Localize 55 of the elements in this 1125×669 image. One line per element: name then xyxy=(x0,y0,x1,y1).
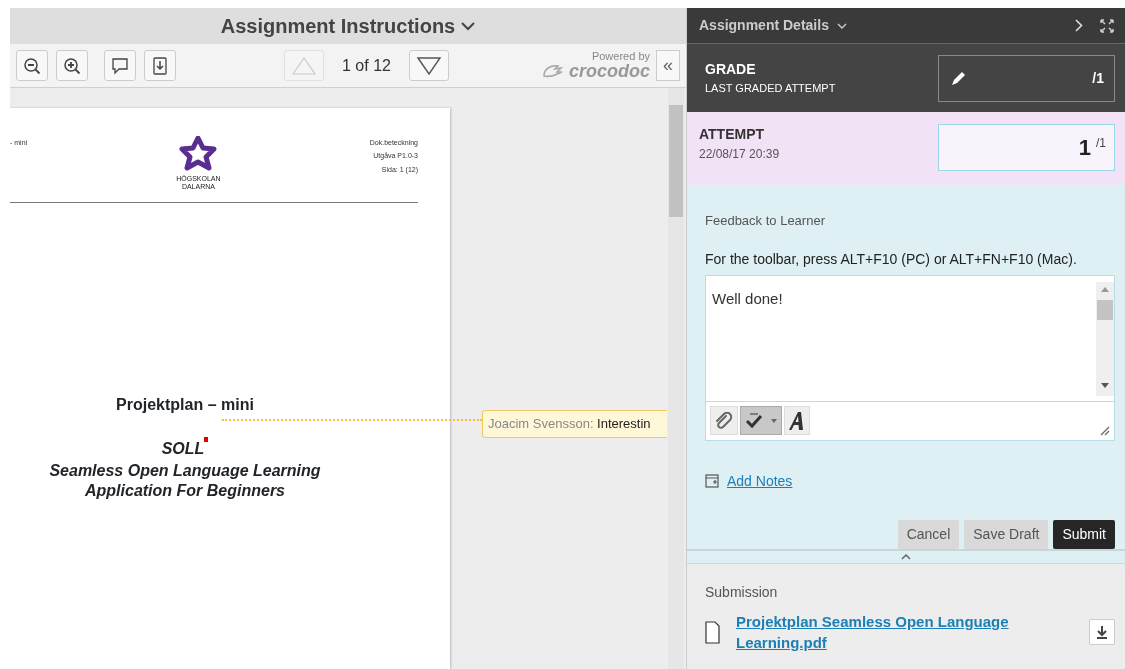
spellcheck-button[interactable] xyxy=(740,406,782,436)
submit-button[interactable]: Submit xyxy=(1053,519,1115,549)
feedback-label: Feedback to Learner xyxy=(705,212,826,230)
page-indicator: 1 of 12 xyxy=(342,55,391,76)
checkmark-icon xyxy=(744,411,764,430)
grade-sublabel: LAST GRADED ATTEMPT xyxy=(705,81,836,97)
toolbar-hint: For the toolbar, press ALT+F10 (PC) or ALT+FN+F10 (Mac). xyxy=(705,249,1078,269)
chevron-up-icon[interactable] xyxy=(901,553,911,560)
download-button[interactable] xyxy=(144,50,176,81)
attempt-label: ATTEMPT xyxy=(699,125,766,144)
add-notes-link[interactable]: Add Notes xyxy=(727,470,793,492)
action-button[interactable]: Save Draft xyxy=(964,519,1049,549)
text-editor[interactable]: Well done! xyxy=(705,274,1115,441)
grade-label: GRADE xyxy=(705,60,757,80)
panel-title: Assignment Instructions xyxy=(220,14,456,39)
download-icon xyxy=(1095,624,1109,639)
panel-title: Assignment Details xyxy=(699,16,829,35)
action-button[interactable]: Cancel xyxy=(897,519,960,549)
speech-bubble-icon xyxy=(111,56,129,75)
document-subtitle: Seamless Open Language Learning Application For Beginners xyxy=(48,461,322,502)
next-page-button[interactable] xyxy=(408,50,449,81)
attach-button[interactable] xyxy=(710,406,738,436)
chevron-down-icon[interactable] xyxy=(461,21,476,31)
caret-icon xyxy=(770,416,778,425)
speech-bubble-button[interactable] xyxy=(104,50,136,81)
download-button[interactable] xyxy=(1089,618,1115,645)
comment-bubble[interactable]: Joacim Svensson: Interestin xyxy=(482,410,667,438)
zoom-out-icon xyxy=(23,56,41,75)
brand-name: crocodoc xyxy=(568,62,650,80)
notes-icon xyxy=(705,474,719,488)
zoom-out-button[interactable] xyxy=(16,50,48,81)
zoom-in-icon xyxy=(63,56,81,75)
scrollbar[interactable] xyxy=(668,88,684,669)
paperclip-icon xyxy=(714,411,734,430)
grade-field[interactable]: /1 xyxy=(938,54,1115,102)
powered-by-text: Powered by xyxy=(590,51,650,62)
font-icon xyxy=(788,410,806,431)
pencil-icon xyxy=(951,70,967,86)
chevron-right-icon[interactable] xyxy=(1075,19,1083,32)
attempt-date: 22/08/17 20:39 xyxy=(699,146,780,163)
font-button[interactable] xyxy=(784,406,810,436)
file-icon xyxy=(705,620,720,644)
collapse-button[interactable]: « xyxy=(656,50,680,81)
submission-label: Submission xyxy=(705,582,779,602)
expand-icon[interactable] xyxy=(1099,17,1115,34)
scrollbar[interactable] xyxy=(1096,281,1114,396)
document-acronym: SOLL xyxy=(161,439,205,460)
star-logo-icon xyxy=(179,136,218,172)
attempt-score-field[interactable]: 1 /1 xyxy=(938,124,1115,171)
zoom-in-button[interactable] xyxy=(56,50,88,81)
document-title: Projektplan – mini xyxy=(115,395,255,416)
annotation-marker-icon xyxy=(204,437,209,443)
download-icon xyxy=(151,56,169,75)
triangle-down-icon xyxy=(415,54,442,77)
file-link[interactable]: Projektplan Seamless Open Language Learning.pdf xyxy=(736,610,1026,653)
